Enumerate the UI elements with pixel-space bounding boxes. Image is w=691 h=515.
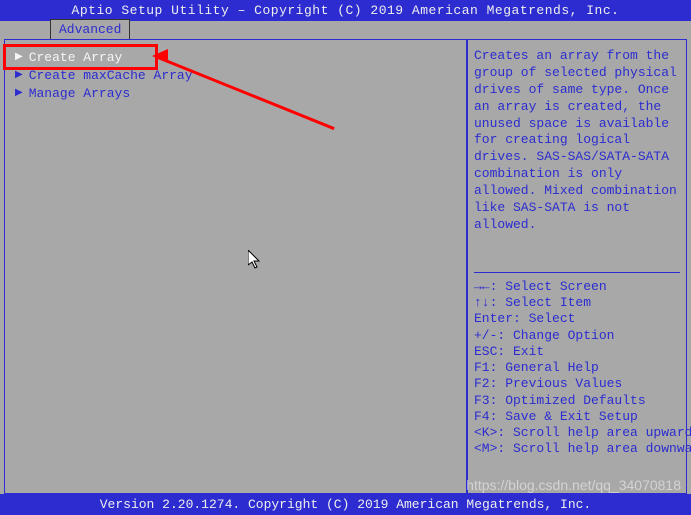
menu-item-manage-arrays[interactable]: ▶ Manage Arrays [15,84,456,102]
menu-item-create-array[interactable]: ▶ Create Array [15,48,456,66]
key-help-item: F2: Previous Values [474,376,680,392]
key-help-item: <M>: Scroll help area downwards [474,441,680,457]
chevron-right-icon: ▶ [15,51,23,63]
bios-frame: Aptio Setup Utility – Copyright (C) 2019… [0,0,691,515]
key-help: →←: Select Screen ↑↓: Select Item Enter:… [474,279,680,458]
key-help-item: <K>: Scroll help area upwards [474,425,680,441]
key-help-item: F4: Save & Exit Setup [474,409,680,425]
menu-item-label: Manage Arrays [29,86,130,101]
menu-item-label: Create Array [29,50,123,65]
help-text: Creates an array from the group of selec… [474,48,680,234]
chevron-right-icon: ▶ [15,69,23,81]
right-panel: Creates an array from the group of selec… [467,39,687,494]
divider [474,272,680,273]
title-bar: Aptio Setup Utility – Copyright (C) 2019… [0,0,691,21]
tab-label: Advanced [59,22,121,37]
key-help-item: ↑↓: Select Item [474,295,680,311]
key-help-item: F1: General Help [474,360,680,376]
app-title: Aptio Setup Utility – Copyright (C) 2019… [72,3,620,18]
menu-item-create-maxcache-array[interactable]: ▶ Create maxCache Array [15,66,456,84]
footer-text: Version 2.20.1274. Copyright (C) 2019 Am… [100,497,591,512]
key-help-item: →←: Select Screen [474,279,680,295]
key-help-item: ESC: Exit [474,344,680,360]
left-panel: ▶ Create Array ▶ Create maxCache Array ▶… [4,39,467,494]
key-help-item: Enter: Select [474,311,680,327]
key-help-item: F3: Optimized Defaults [474,393,680,409]
tab-row: Advanced [0,21,691,39]
menu-item-label: Create maxCache Array [29,68,193,83]
content-area: ▶ Create Array ▶ Create maxCache Array ▶… [4,39,687,494]
tab-advanced[interactable]: Advanced [50,19,130,39]
footer-bar: Version 2.20.1274. Copyright (C) 2019 Am… [0,494,691,515]
key-help-item: +/-: Change Option [474,328,680,344]
chevron-right-icon: ▶ [15,87,23,99]
